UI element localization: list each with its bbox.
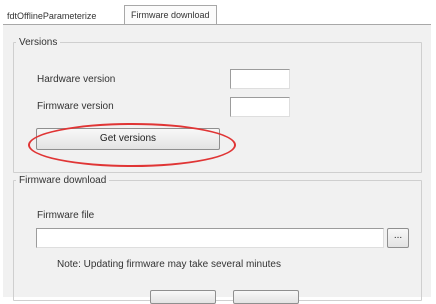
tab-firmware-download[interactable]: Firmware download: [124, 5, 217, 25]
firmware-update-note: Note: Updating firmware may take several…: [57, 259, 281, 270]
versions-group-legend: Versions: [19, 37, 58, 48]
hardware-version-field[interactable]: [230, 69, 290, 89]
tab-content-panel: Versions Hardware version Firmware versi…: [3, 24, 431, 304]
action-button-right[interactable]: [233, 290, 299, 304]
firmware-file-field[interactable]: [36, 228, 384, 248]
firmware-version-field[interactable]: [230, 97, 290, 117]
firmware-file-label: Firmware file: [37, 210, 95, 221]
tab-fdt-offline-parameterize[interactable]: fdtOfflineParameterize: [7, 8, 96, 24]
browse-button[interactable]: ...: [387, 228, 409, 248]
firmware-download-group-legend: Firmware download: [19, 175, 107, 186]
action-button-left[interactable]: [150, 290, 216, 304]
firmware-version-label: Firmware version: [37, 101, 114, 112]
hardware-version-label: Hardware version: [37, 74, 116, 85]
get-versions-button[interactable]: Get versions: [36, 128, 220, 150]
tab-strip: fdtOfflineParameterize Firmware download: [0, 0, 436, 25]
